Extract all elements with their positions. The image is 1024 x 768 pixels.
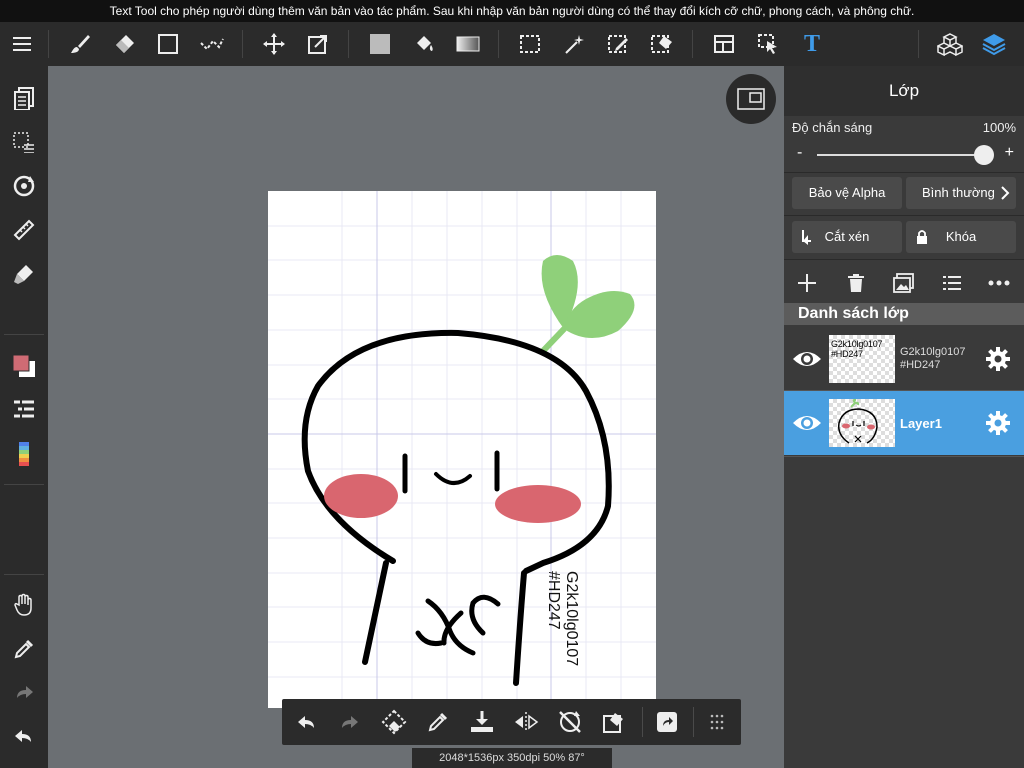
- panel-title: Lớp: [784, 66, 1024, 116]
- layer-name: Layer1: [900, 415, 942, 431]
- redo-icon[interactable]: [334, 706, 366, 738]
- gear-icon[interactable]: [982, 343, 1014, 375]
- more-icon[interactable]: [984, 268, 1014, 298]
- clipping-button[interactable]: Cắt xén: [792, 221, 902, 253]
- left-toolbar: [0, 66, 48, 768]
- add-layer-icon[interactable]: [792, 268, 822, 298]
- selection-menu-icon[interactable]: [8, 126, 40, 158]
- canvas-artwork: [268, 191, 656, 708]
- save-icon[interactable]: [466, 706, 498, 738]
- lock-button[interactable]: Khóa: [906, 221, 1016, 253]
- quick-access-toolbar: [282, 699, 741, 745]
- bucket-icon[interactable]: [408, 28, 440, 60]
- layer-panel: Lớp Độ chắn sáng 100% - + Bảo vệ Alpha B…: [784, 66, 1024, 768]
- layers-icon[interactable]: [978, 28, 1010, 60]
- clear-layer-icon[interactable]: [378, 706, 410, 738]
- gear-icon[interactable]: [982, 407, 1014, 439]
- mouth: [434, 472, 472, 485]
- move-icon[interactable]: [258, 28, 290, 60]
- undo-icon[interactable]: [290, 706, 322, 738]
- transform-icon[interactable]: [302, 28, 334, 60]
- rotate-canvas-icon[interactable]: [8, 170, 40, 202]
- layer-list-header: Danh sách lớp: [784, 303, 1024, 325]
- watermark-line-2: #HD247: [545, 571, 562, 630]
- rectangle-icon[interactable]: [152, 28, 184, 60]
- arm-left: [362, 560, 389, 665]
- select-rect-icon[interactable]: [514, 28, 546, 60]
- menu-icon[interactable]: [6, 28, 38, 60]
- layer-list-menu-icon[interactable]: [937, 268, 967, 298]
- select-eraser-icon[interactable]: [646, 28, 678, 60]
- filter-icon[interactable]: [8, 258, 40, 290]
- redo-icon[interactable]: [8, 677, 40, 709]
- flip-horizontal-icon[interactable]: [510, 706, 542, 738]
- clipping-label: Cắt xén: [824, 229, 870, 244]
- head-outline: [301, 329, 612, 574]
- layer-thumbnail: [829, 399, 895, 447]
- opacity-decrease-button[interactable]: -: [797, 144, 802, 162]
- delete-layer-icon[interactable]: [841, 268, 871, 298]
- transform-erase-icon[interactable]: [598, 706, 630, 738]
- opacity-label: Độ chắn sáng: [792, 120, 873, 135]
- eyedropper-icon[interactable]: [8, 633, 40, 665]
- color-palette-icon[interactable]: [8, 438, 40, 470]
- layer-list-icon[interactable]: [8, 394, 40, 426]
- pages-icon[interactable]: [8, 82, 40, 114]
- opacity-value: 100%: [982, 120, 1016, 135]
- gradient-icon[interactable]: [452, 28, 484, 60]
- operation-icon[interactable]: [752, 28, 784, 60]
- alpha-protect-button[interactable]: Bảo vệ Alpha: [792, 177, 902, 209]
- toggle-panel-button[interactable]: [726, 74, 776, 124]
- opacity-slider[interactable]: [817, 154, 984, 156]
- layer-row[interactable]: G2k10lg0107 #HD247 G2k10lg0107 #HD247: [784, 327, 1024, 391]
- text-icon[interactable]: T: [796, 28, 828, 60]
- materials-icon[interactable]: [934, 28, 966, 60]
- blend-mode-button[interactable]: Bình thường: [906, 177, 1016, 209]
- layer-name: G2k10lg0107 #HD247: [900, 327, 965, 391]
- layer-name-text: G2k10lg0107 #HD247: [900, 346, 966, 371]
- drawing-canvas[interactable]: G2k10lg0107 #HD247: [268, 191, 656, 708]
- eraser-icon[interactable]: [108, 28, 140, 60]
- select-pen-icon[interactable]: [602, 28, 634, 60]
- import-image-icon[interactable]: [889, 268, 919, 298]
- layer-row-selected[interactable]: Layer1: [784, 391, 1024, 455]
- layer-thumbnail-text: G2k10lg0107 #HD247: [831, 339, 883, 359]
- color-swatch-icon[interactable]: [8, 350, 40, 382]
- more-options-icon[interactable]: [701, 706, 733, 738]
- brush-icon[interactable]: [64, 28, 96, 60]
- layer-thumbnail: G2k10lg0107 #HD247: [829, 335, 895, 383]
- blush-left: [324, 474, 398, 518]
- watermark-line-1: G2k10lg0107: [563, 571, 580, 667]
- hand-icon[interactable]: [8, 589, 40, 621]
- blush-right: [495, 485, 581, 523]
- visibility-eye-icon[interactable]: [790, 407, 824, 439]
- eyedropper-icon[interactable]: [422, 706, 454, 738]
- ruler-icon[interactable]: [8, 214, 40, 246]
- canvas-status: 2048*1536px 350dpi 50% 87°: [412, 748, 612, 768]
- tool-description-banner: Text Tool cho phép người dùng thêm văn b…: [0, 0, 1024, 22]
- undo-icon[interactable]: [8, 721, 40, 753]
- layout-icon[interactable]: [708, 28, 740, 60]
- blend-mode-label: Bình thường: [922, 185, 995, 200]
- magic-wand-icon[interactable]: [558, 28, 590, 60]
- visibility-eye-icon[interactable]: [790, 343, 824, 375]
- lock-label: Khóa: [945, 229, 977, 244]
- rotate-lock-icon[interactable]: [554, 706, 586, 738]
- share-icon[interactable]: [651, 706, 683, 738]
- fill-color-icon[interactable]: [364, 28, 396, 60]
- opacity-increase-button[interactable]: +: [1005, 144, 1014, 162]
- top-toolbar: T: [0, 22, 1024, 66]
- canvas-grid: [268, 191, 656, 708]
- watermark-text: G2k10lg0107 #HD247: [540, 571, 580, 701]
- selection-pen-icon[interactable]: [196, 28, 228, 60]
- opacity-slider-knob[interactable]: [974, 145, 994, 165]
